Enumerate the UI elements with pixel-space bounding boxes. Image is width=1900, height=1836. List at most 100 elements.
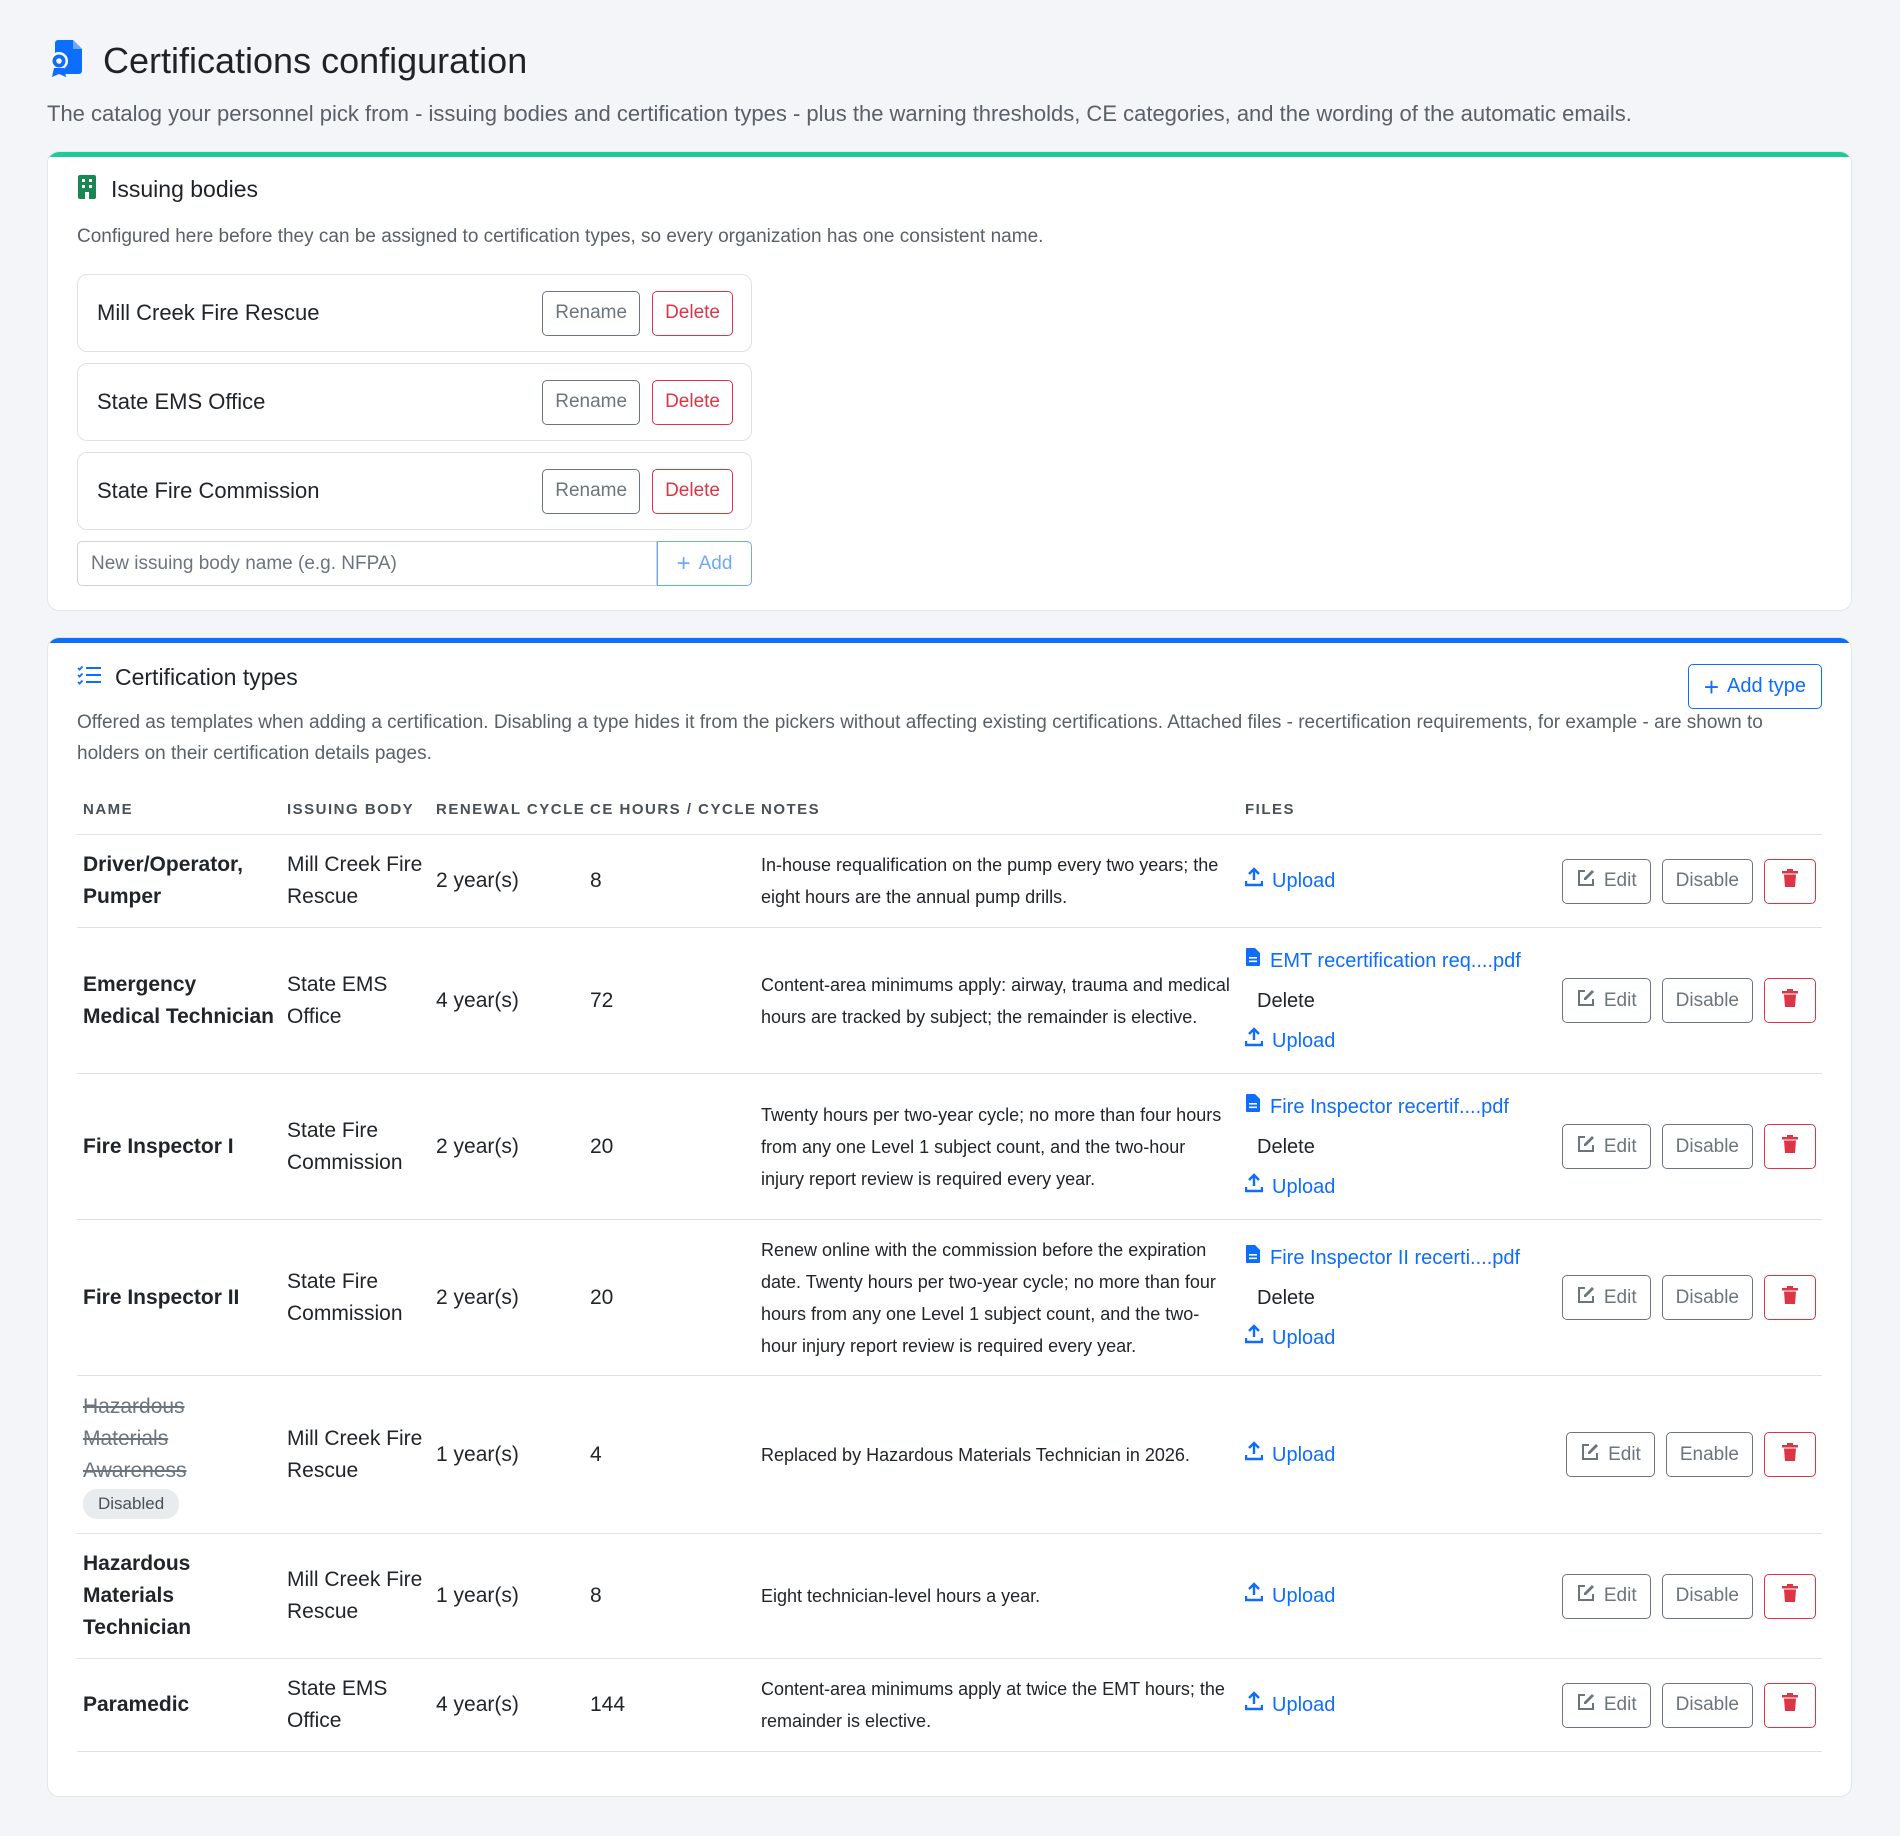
cell-files: Upload [1239,834,1549,928]
edit-icon [1576,1285,1596,1311]
plus-icon: + [676,549,691,577]
disable-button[interactable]: Disable [1661,1275,1753,1320]
cell-renewal-cycle: 2 year(s) [430,834,584,928]
trash-button[interactable] [1764,1682,1816,1728]
upload-link[interactable]: Upload [1244,1435,1543,1475]
file-link[interactable]: Fire Inspector II recerti....pdf [1245,1238,1543,1278]
enable-button[interactable]: Enable [1665,1432,1753,1477]
file-name: Fire Inspector recertif....pdf [1270,1095,1509,1118]
trash-button[interactable] [1764,1432,1816,1477]
file-link[interactable]: EMT recertification req....pdf [1245,941,1543,981]
cell-notes: Twenty hours per two-year cycle; no more… [755,1073,1239,1220]
disable-button[interactable]: Disable [1661,978,1753,1023]
file-icon [1245,1087,1261,1127]
add-type-button[interactable]: + Add type [1687,664,1822,709]
cell-ce-hours: 20 [584,1073,755,1220]
cell-notes: In-house requalification on the pump eve… [755,834,1239,928]
add-label: Add [698,552,733,574]
edit-button[interactable]: Edit [1561,1124,1651,1169]
upload-icon [1244,1021,1264,1061]
type-name: Driver/Operator, Pumper [83,853,243,908]
cell-files: Upload [1239,1375,1549,1534]
disabled-badge: Disabled [83,1488,180,1519]
type-name: Fire Inspector I [83,1134,234,1158]
upload-link[interactable]: Upload [1244,1318,1543,1358]
file-delete-link[interactable]: Delete [1245,1278,1543,1318]
upload-label: Upload [1272,870,1336,892]
issuing-body-item: State Fire Commission Rename Delete [77,452,752,530]
trash-button[interactable] [1764,978,1816,1023]
rename-button[interactable]: Rename [542,290,641,336]
file-link[interactable]: Fire Inspector recertif....pdf [1245,1087,1543,1127]
cell-ce-hours: 20 [584,1219,755,1376]
issuing-bodies-title: Issuing bodies [111,176,259,202]
cell-name: Hazardous Materials Awareness Disabled [77,1375,281,1534]
add-issuing-body-button[interactable]: + Add [657,541,752,586]
trash-button[interactable] [1764,858,1816,904]
plus-icon: + [1703,671,1720,702]
edit-label: Edit [1608,1443,1641,1465]
upload-link[interactable]: Upload [1244,1576,1543,1616]
upload-link[interactable]: Upload [1244,1021,1543,1061]
edit-button[interactable]: Edit [1561,978,1651,1023]
issuing-body-item: Mill Creek Fire Rescue Rename Delete [77,274,752,352]
issuing-body-name: State Fire Commission [97,478,320,503]
cell-notes: Eight technician-level hours a year. [755,1533,1239,1659]
trash-icon [1781,1442,1799,1468]
type-name: Hazardous Materials Awareness [83,1394,187,1482]
column-header-ce-hours: CE HOURS / CYCLE [584,801,755,835]
edit-icon [1576,988,1596,1014]
cell-name: Fire Inspector II [77,1219,281,1376]
file-icon [1245,941,1261,981]
cell-ce-hours: 4 [584,1375,755,1534]
column-header-renewal-cycle: RENEWAL CYCLE [430,801,584,835]
trash-button[interactable] [1764,1124,1816,1169]
edit-button[interactable]: Edit [1561,858,1651,904]
cell-issuing-body: Mill Creek Fire Rescue [281,1375,430,1534]
file-delete-link[interactable]: Delete [1245,1127,1543,1167]
rename-button[interactable]: Rename [542,379,641,425]
rename-button[interactable]: Rename [542,468,641,514]
edit-button[interactable]: Edit [1561,1573,1651,1619]
edit-button[interactable]: Edit [1561,1275,1651,1320]
table-row: Fire Inspector I State Fire Commission 2 y… [77,1073,1822,1220]
edit-button[interactable]: Edit [1566,1432,1655,1477]
disable-button[interactable]: Disable [1661,1682,1753,1728]
cell-issuing-body: State Fire Commission [281,1219,430,1376]
page-subtitle: The catalog your personnel pick from - i… [47,101,1632,126]
cell-notes: Content-area minimums apply at twice the… [755,1658,1239,1752]
trash-button[interactable] [1764,1573,1816,1619]
edit-icon [1580,1442,1600,1468]
cell-actions: Edit Disable [1549,1073,1822,1220]
certification-types-card: Certification types + Add type Offered a… [47,637,1852,1797]
certification-types-table: NAME ISSUING BODY RENEWAL CYCLE CE HOURS… [77,801,1822,1752]
cell-name: Driver/Operator, Pumper [77,834,281,928]
building-icon [77,174,97,205]
add-type-label: Add type [1727,675,1806,697]
file-name: EMT recertification req....pdf [1270,949,1521,972]
disable-button[interactable]: Disable [1661,1573,1753,1619]
upload-icon [1244,1435,1264,1475]
edit-button[interactable]: Edit [1561,1682,1651,1728]
upload-link[interactable]: Upload [1244,1167,1543,1207]
table-header-row: NAME ISSUING BODY RENEWAL CYCLE CE HOURS… [77,801,1822,835]
disable-button[interactable]: Disable [1661,1124,1753,1169]
cell-renewal-cycle: 2 year(s) [430,1073,584,1220]
edit-label: Edit [1603,1585,1637,1606]
issuing-body-item: State EMS Office Rename Delete [77,363,752,441]
new-issuing-body-input[interactable] [77,541,657,586]
upload-link[interactable]: Upload [1244,1685,1543,1725]
edit-label: Edit [1603,1694,1637,1715]
trash-icon [1781,868,1799,894]
disable-button[interactable]: Disable [1661,858,1753,904]
delete-button[interactable]: Delete [652,468,733,514]
trash-icon [1781,988,1799,1014]
certification-types-description: Offered as templates when adding a certi… [77,712,1763,764]
cell-issuing-body: State EMS Office [281,927,430,1074]
delete-button[interactable]: Delete [652,379,733,425]
trash-button[interactable] [1764,1275,1816,1320]
file-delete-link[interactable]: Delete [1245,981,1543,1021]
upload-link[interactable]: Upload [1244,861,1543,901]
column-header-issuing-body: ISSUING BODY [281,801,430,835]
delete-button[interactable]: Delete [652,290,733,336]
